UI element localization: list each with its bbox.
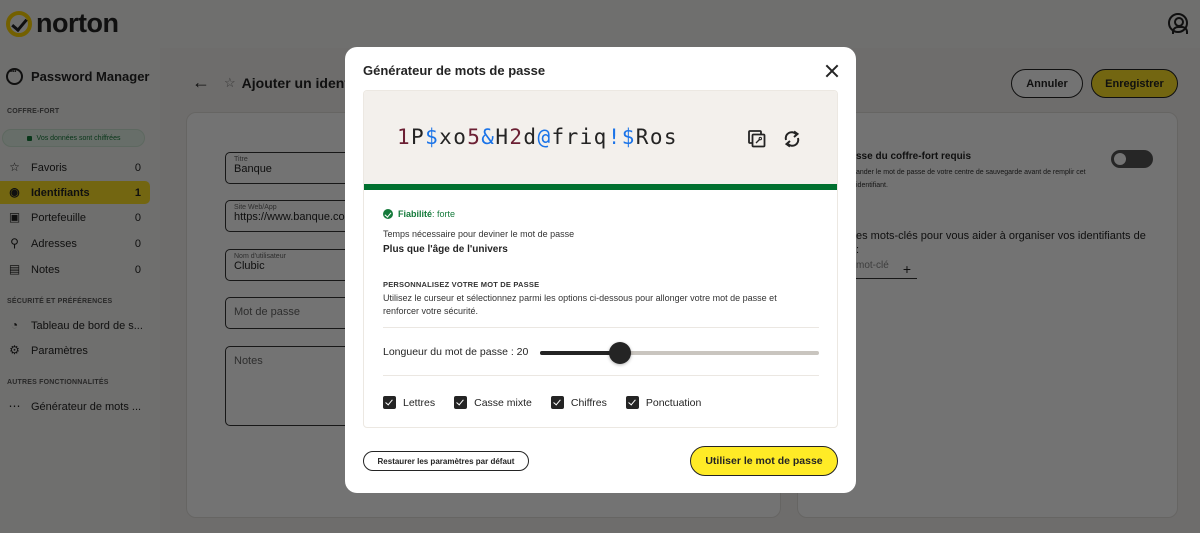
password-char-symbol: $: [425, 125, 440, 149]
password-char-letter: R: [635, 125, 650, 149]
password-char-letter: x: [439, 125, 454, 149]
password-char-letter: f: [551, 125, 566, 149]
strength-indicator: Fiabilité : forte: [383, 209, 455, 219]
divider: [383, 375, 819, 376]
generated-password[interactable]: 1P$xo5&H2d@friq!$Ros: [397, 125, 678, 149]
option-ponctuation[interactable]: Ponctuation: [625, 396, 702, 409]
length-slider[interactable]: [540, 342, 819, 364]
password-char-letter: d: [523, 125, 538, 149]
checkbox-checked[interactable]: [383, 396, 396, 409]
password-char-letter: i: [579, 125, 594, 149]
strength-label: Fiabilité: [398, 209, 433, 219]
password-char-letter: o: [453, 125, 468, 149]
password-char-letter: P: [411, 125, 426, 149]
modal-title: Générateur de mots de passe: [363, 63, 546, 78]
option-chiffres[interactable]: Chiffres: [550, 396, 607, 409]
password-char-digit: 5: [467, 125, 482, 149]
checkbox-checked[interactable]: [550, 396, 564, 409]
slider-fill: [540, 351, 620, 355]
checkbox-checked[interactable]: [625, 396, 639, 409]
close-icon[interactable]: [822, 61, 842, 81]
password-char-letter: r: [565, 125, 580, 149]
password-generator-modal: Générateur de mots de passe 1P$xo5&H2d@f…: [345, 47, 856, 493]
checkbox-checked[interactable]: [454, 396, 468, 409]
password-char-digit: 1: [397, 125, 412, 149]
crack-time-value: Plus que l'âge de l'univers: [383, 244, 508, 255]
copy-icon[interactable]: [747, 129, 767, 149]
customize-title: PERSONNALISEZ VOTRE MOT DE PASSE: [383, 280, 540, 289]
option-lettres[interactable]: Lettres: [383, 396, 435, 409]
restore-defaults-button[interactable]: Restaurer les paramètres par défaut: [363, 451, 529, 471]
option-casse-mixte[interactable]: Casse mixte: [454, 396, 532, 409]
divider: [383, 327, 819, 328]
length-label: Longueur du mot de passe : 20: [383, 346, 529, 358]
slider-thumb[interactable]: [608, 342, 631, 364]
strength-bar: [364, 184, 837, 190]
option-label: Lettres: [403, 396, 436, 409]
password-char-symbol: @: [537, 125, 552, 149]
password-char-letter: H: [495, 125, 510, 149]
strength-value: : forte: [432, 209, 456, 219]
generated-password-area: 1P$xo5&H2d@friq!$Ros: [364, 91, 837, 184]
character-options: Lettres Casse mixte Chiffres Ponctuation: [383, 396, 720, 409]
use-password-button[interactable]: Utiliser le mot de passe: [690, 446, 838, 476]
password-char-symbol: !: [607, 125, 622, 149]
option-label: Ponctuation: [645, 396, 702, 409]
refresh-icon[interactable]: [782, 129, 802, 149]
password-char-letter: o: [649, 125, 664, 149]
password-char-letter: s: [663, 125, 678, 149]
option-label: Chiffres: [570, 396, 607, 409]
password-char-digit: 2: [509, 125, 524, 149]
password-char-symbol: $: [621, 125, 636, 149]
password-char-letter: q: [593, 125, 608, 149]
crack-time-label: Temps nécessaire pour deviner le mot de …: [383, 229, 575, 239]
option-label: Casse mixte: [474, 396, 532, 409]
check-circle-icon: [383, 209, 393, 219]
generator-panel: 1P$xo5&H2d@friq!$Ros Fiabilité : forte T…: [363, 90, 838, 428]
password-char-symbol: &: [481, 125, 496, 149]
customize-description: Utilisez le curseur et sélectionnez parm…: [383, 293, 777, 316]
